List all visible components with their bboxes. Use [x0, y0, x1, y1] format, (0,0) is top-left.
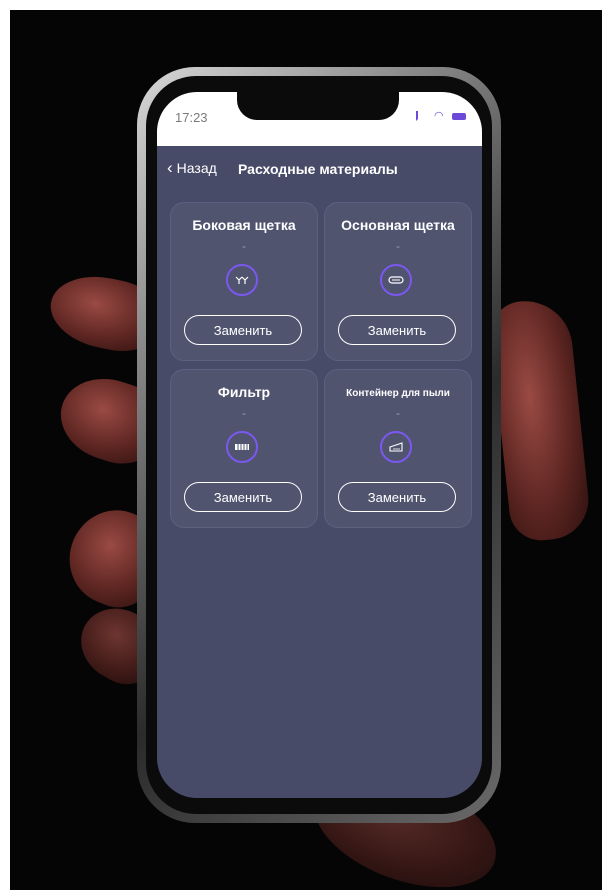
card-status: -: [396, 406, 400, 420]
main-brush-icon: [380, 264, 412, 296]
card-status: -: [242, 406, 246, 420]
app-screen: 17:23 ◠ ‹ Назад Расходные материалы Боко…: [157, 92, 482, 798]
filter-icon: [226, 431, 258, 463]
notch: [237, 92, 399, 120]
back-button[interactable]: ‹ Назад: [167, 158, 217, 177]
status-bar: 17:23 ◠: [157, 92, 482, 146]
replace-button[interactable]: Заменить: [184, 315, 302, 345]
back-label: Назад: [176, 160, 217, 176]
consumable-card-filter: Фильтр - Заменить: [170, 369, 318, 528]
card-title: Основная щетка: [341, 217, 455, 233]
page-title: Расходные материалы: [238, 161, 398, 177]
battery-icon: [452, 112, 466, 120]
status-time: 17:23: [175, 110, 208, 125]
side-brush-icon: [226, 264, 258, 296]
replace-button[interactable]: Заменить: [338, 482, 456, 512]
card-status: -: [396, 239, 400, 253]
wifi-icon: ◠: [434, 110, 444, 122]
card-title: Боковая щетка: [192, 217, 296, 233]
signal-icon: [416, 111, 428, 121]
consumable-card-side-brush: Боковая щетка - Заменить: [170, 202, 318, 361]
consumable-card-main-brush: Основная щетка - Заменить: [324, 202, 472, 361]
consumable-card-dust-container: Контейнер для пыли - Заменить: [324, 369, 472, 528]
status-icons: ◠: [416, 110, 466, 122]
card-title: Контейнер для пыли: [346, 388, 450, 399]
nav-bar: ‹ Назад Расходные материалы: [157, 146, 482, 192]
replace-button[interactable]: Заменить: [184, 482, 302, 512]
thumb-shape: [487, 296, 593, 544]
replace-button[interactable]: Заменить: [338, 315, 456, 345]
card-title: Фильтр: [217, 384, 271, 400]
card-status: -: [242, 239, 246, 253]
dust-container-icon: [380, 431, 412, 463]
chevron-left-icon: ‹: [167, 158, 173, 177]
